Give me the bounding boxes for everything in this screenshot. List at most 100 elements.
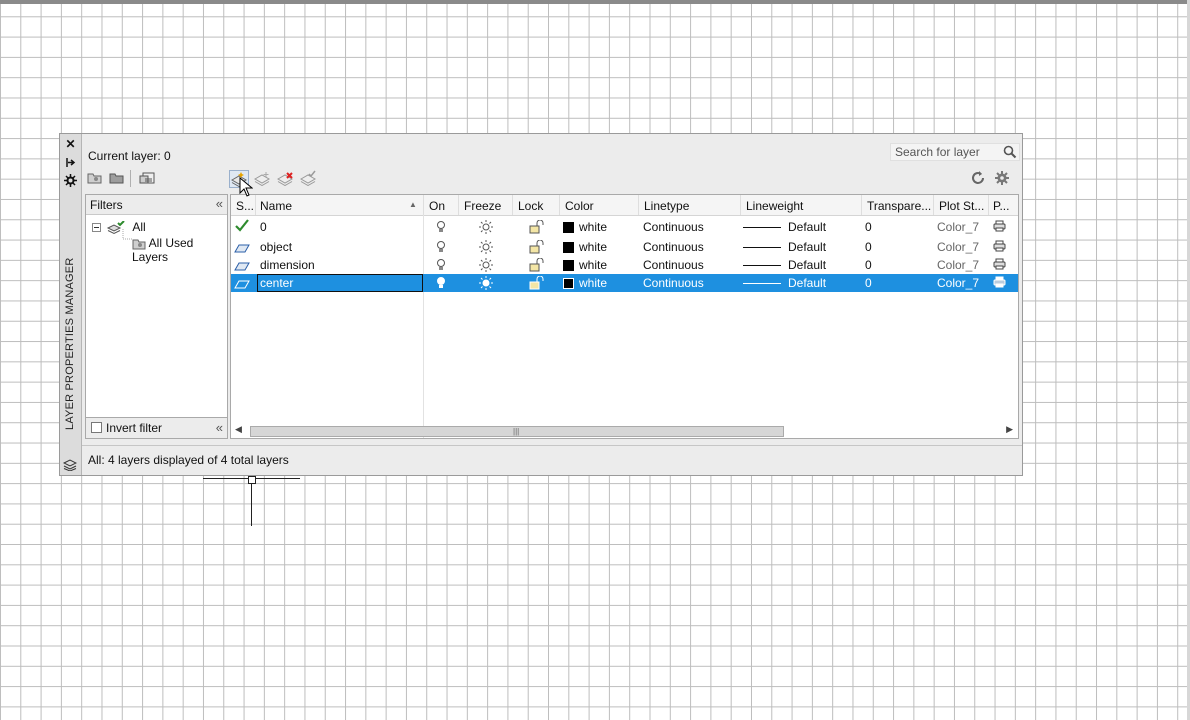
new-group-filter-icon[interactable]	[108, 170, 128, 188]
search-placeholder: Search for layer	[895, 145, 980, 159]
layer-name[interactable]: center	[260, 276, 293, 290]
layer-color[interactable]: white	[579, 240, 607, 254]
palette-title: LAYER PROPERTIES MANAGER	[64, 257, 76, 431]
auto-hide-icon[interactable]	[64, 156, 77, 169]
crosshair-vertical	[251, 478, 252, 526]
delete-layer-icon[interactable]	[276, 170, 296, 188]
unlocked-padlock-icon[interactable]	[529, 275, 545, 293]
scrollbar-thumb[interactable]: |||	[250, 426, 784, 437]
layer-row[interactable]: object white Continuous Default 0 Color_…	[231, 238, 1018, 257]
color-swatch[interactable]	[563, 222, 574, 233]
invert-filter-checkbox[interactable]	[91, 422, 102, 433]
layer-row[interactable]: dimension white Continuous Default 0 Col…	[231, 256, 1018, 275]
layers-stack-icon	[62, 459, 78, 472]
filters-header: Filters «	[86, 195, 227, 215]
layer-status-icon	[234, 242, 250, 256]
filters-pane: Filters « All All Used Layers	[85, 194, 228, 439]
filters-footer: Invert filter «	[85, 417, 228, 439]
col-transparency[interactable]: Transpare...	[867, 199, 931, 213]
layer-linetype[interactable]: Continuous	[643, 220, 704, 234]
printer-icon[interactable]	[993, 276, 1006, 291]
layer-transparency[interactable]: 0	[865, 258, 872, 272]
layer-states-manager-icon[interactable]	[138, 170, 158, 188]
settings-icon[interactable]	[993, 170, 1013, 188]
filter-tree-all-used[interactable]: All Used Layers	[132, 236, 227, 264]
lightbulb-on-icon[interactable]	[435, 220, 447, 237]
layer-lineweight[interactable]: Default	[788, 220, 826, 234]
unlocked-padlock-icon[interactable]	[529, 257, 545, 275]
sun-thaw-icon[interactable]	[478, 240, 494, 257]
layer-lineweight[interactable]: Default	[788, 258, 826, 272]
printer-icon[interactable]	[993, 220, 1006, 235]
col-plot[interactable]: P...	[993, 199, 1009, 213]
lightbulb-on-icon[interactable]	[435, 258, 447, 275]
col-freeze[interactable]: Freeze	[464, 199, 501, 213]
sun-thaw-icon[interactable]	[478, 220, 494, 237]
printer-icon[interactable]	[993, 258, 1006, 273]
new-layer-vp-frozen-icon[interactable]	[253, 170, 273, 188]
col-plot-style[interactable]: Plot St...	[939, 199, 984, 213]
color-swatch[interactable]	[563, 260, 574, 271]
grid-header: S... Name ▲ On Freeze Lock Color Linetyp…	[231, 195, 1018, 216]
status-bar: All: 4 layers displayed of 4 total layer…	[82, 445, 1022, 474]
unlocked-padlock-icon[interactable]	[529, 239, 545, 257]
sort-ascending-icon: ▲	[409, 200, 417, 209]
lightbulb-on-icon[interactable]	[435, 276, 447, 293]
search-icon[interactable]	[1003, 145, 1017, 159]
printer-icon[interactable]	[993, 240, 1006, 255]
current-layer-label: Current layer: 0	[88, 149, 171, 163]
col-on[interactable]: On	[429, 199, 445, 213]
col-status[interactable]: S...	[236, 199, 254, 213]
layer-transparency[interactable]: 0	[865, 220, 872, 234]
sun-thaw-icon[interactable]	[478, 258, 494, 275]
set-current-icon[interactable]	[299, 170, 319, 188]
scroll-left-arrow-icon[interactable]: ◀	[235, 424, 242, 435]
color-swatch[interactable]	[563, 278, 574, 289]
layer-linetype[interactable]: Continuous	[643, 276, 704, 290]
sun-thaw-icon[interactable]	[478, 276, 494, 293]
new-property-filter-icon[interactable]	[86, 170, 106, 188]
color-swatch[interactable]	[563, 242, 574, 253]
col-linetype[interactable]: Linetype	[644, 199, 689, 213]
properties-icon[interactable]	[64, 174, 77, 187]
layer-row-selected[interactable]: center white Continuous Default 0 Color_…	[231, 274, 1018, 293]
col-lineweight[interactable]: Lineweight	[746, 199, 803, 213]
lightbulb-on-icon[interactable]	[435, 240, 447, 257]
horizontal-scrollbar[interactable]: ◀ ||| ▶	[232, 424, 1017, 438]
layer-transparency[interactable]: 0	[865, 276, 872, 290]
search-layer-input[interactable]: Search for layer	[890, 143, 1020, 161]
filters-title: Filters	[90, 198, 123, 212]
layer-name[interactable]: dimension	[260, 258, 315, 272]
layer-row[interactable]: 0 white Continuous Default 0 Color_7	[231, 218, 1018, 237]
layer-name-edit-field[interactable]: center	[257, 274, 423, 292]
layer-status-icon	[234, 278, 250, 292]
col-color[interactable]: Color	[565, 199, 594, 213]
application-top-edge	[0, 0, 1190, 4]
palette-titlebar[interactable]: ✕ LAYER PROPERTIES MANAGER	[60, 134, 82, 475]
layer-linetype[interactable]: Continuous	[643, 240, 704, 254]
layer-linetype[interactable]: Continuous	[643, 258, 704, 272]
collapse-filters-icon[interactable]: «	[216, 196, 223, 211]
unlocked-padlock-icon[interactable]	[529, 219, 545, 237]
layer-plot-style: Color_7	[937, 276, 980, 290]
layer-color[interactable]: white	[579, 276, 607, 290]
scroll-right-arrow-icon[interactable]: ▶	[1006, 424, 1013, 435]
layer-transparency[interactable]: 0	[865, 240, 872, 254]
layer-lineweight[interactable]: Default	[788, 276, 826, 290]
layer-list-grid: S... Name ▲ On Freeze Lock Color Linetyp…	[230, 194, 1019, 439]
col-name[interactable]: Name	[260, 199, 292, 213]
lineweight-preview	[743, 265, 781, 266]
lineweight-preview	[743, 247, 781, 248]
layer-plot-style: Color_7	[937, 220, 980, 234]
layer-name[interactable]: 0	[260, 220, 267, 234]
layer-properties-manager-palette: ✕ LAYER PROPERTIES MANAGER Current layer…	[59, 133, 1023, 476]
layer-lineweight[interactable]: Default	[788, 240, 826, 254]
layer-color[interactable]: white	[579, 220, 607, 234]
refresh-icon[interactable]	[969, 170, 989, 188]
collapse-filters-footer-icon[interactable]: «	[216, 420, 223, 435]
col-lock[interactable]: Lock	[518, 199, 543, 213]
invert-filter-label: Invert filter	[106, 421, 163, 435]
close-icon[interactable]: ✕	[64, 138, 77, 151]
layer-color[interactable]: white	[579, 258, 607, 272]
layer-name[interactable]: object	[260, 240, 292, 254]
